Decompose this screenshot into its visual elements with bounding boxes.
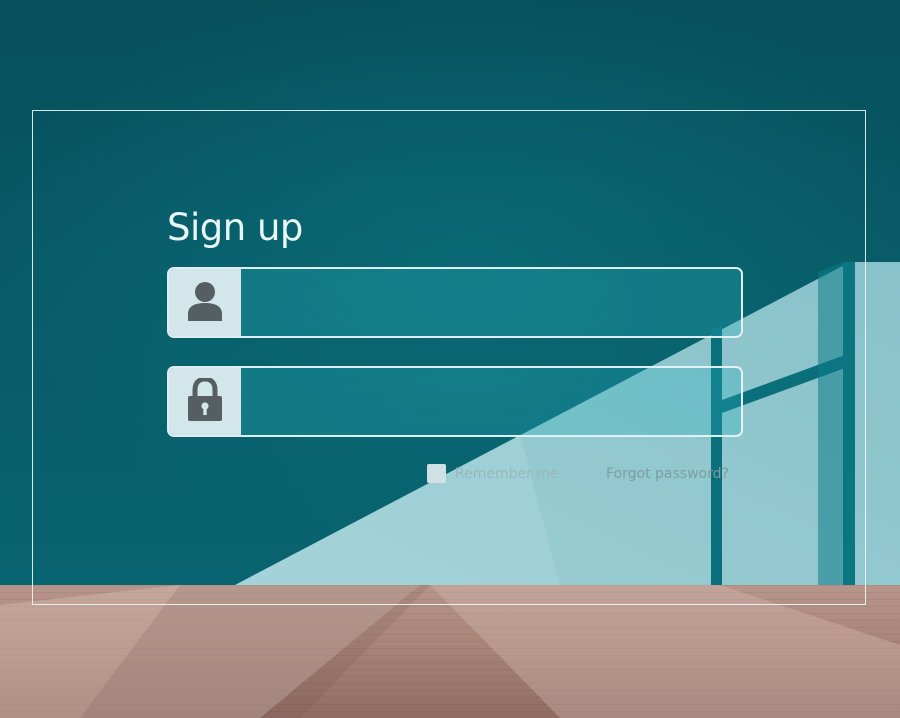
form-title: Sign up (167, 206, 303, 249)
login-panel-frame (32, 110, 866, 605)
remember-me-label[interactable]: Remember me (455, 466, 559, 482)
username-input[interactable] (241, 269, 741, 336)
remember-me-checkbox[interactable] (427, 464, 446, 483)
password-input[interactable] (241, 368, 741, 435)
password-icon-box (169, 368, 241, 435)
lock-icon (186, 375, 224, 426)
remember-me-row: Remember me (427, 464, 559, 483)
username-icon-box (169, 269, 241, 336)
forgot-password-link[interactable]: Forgot password? (606, 466, 729, 482)
user-icon (186, 281, 224, 325)
password-field[interactable] (167, 366, 743, 437)
username-field[interactable] (167, 267, 743, 338)
